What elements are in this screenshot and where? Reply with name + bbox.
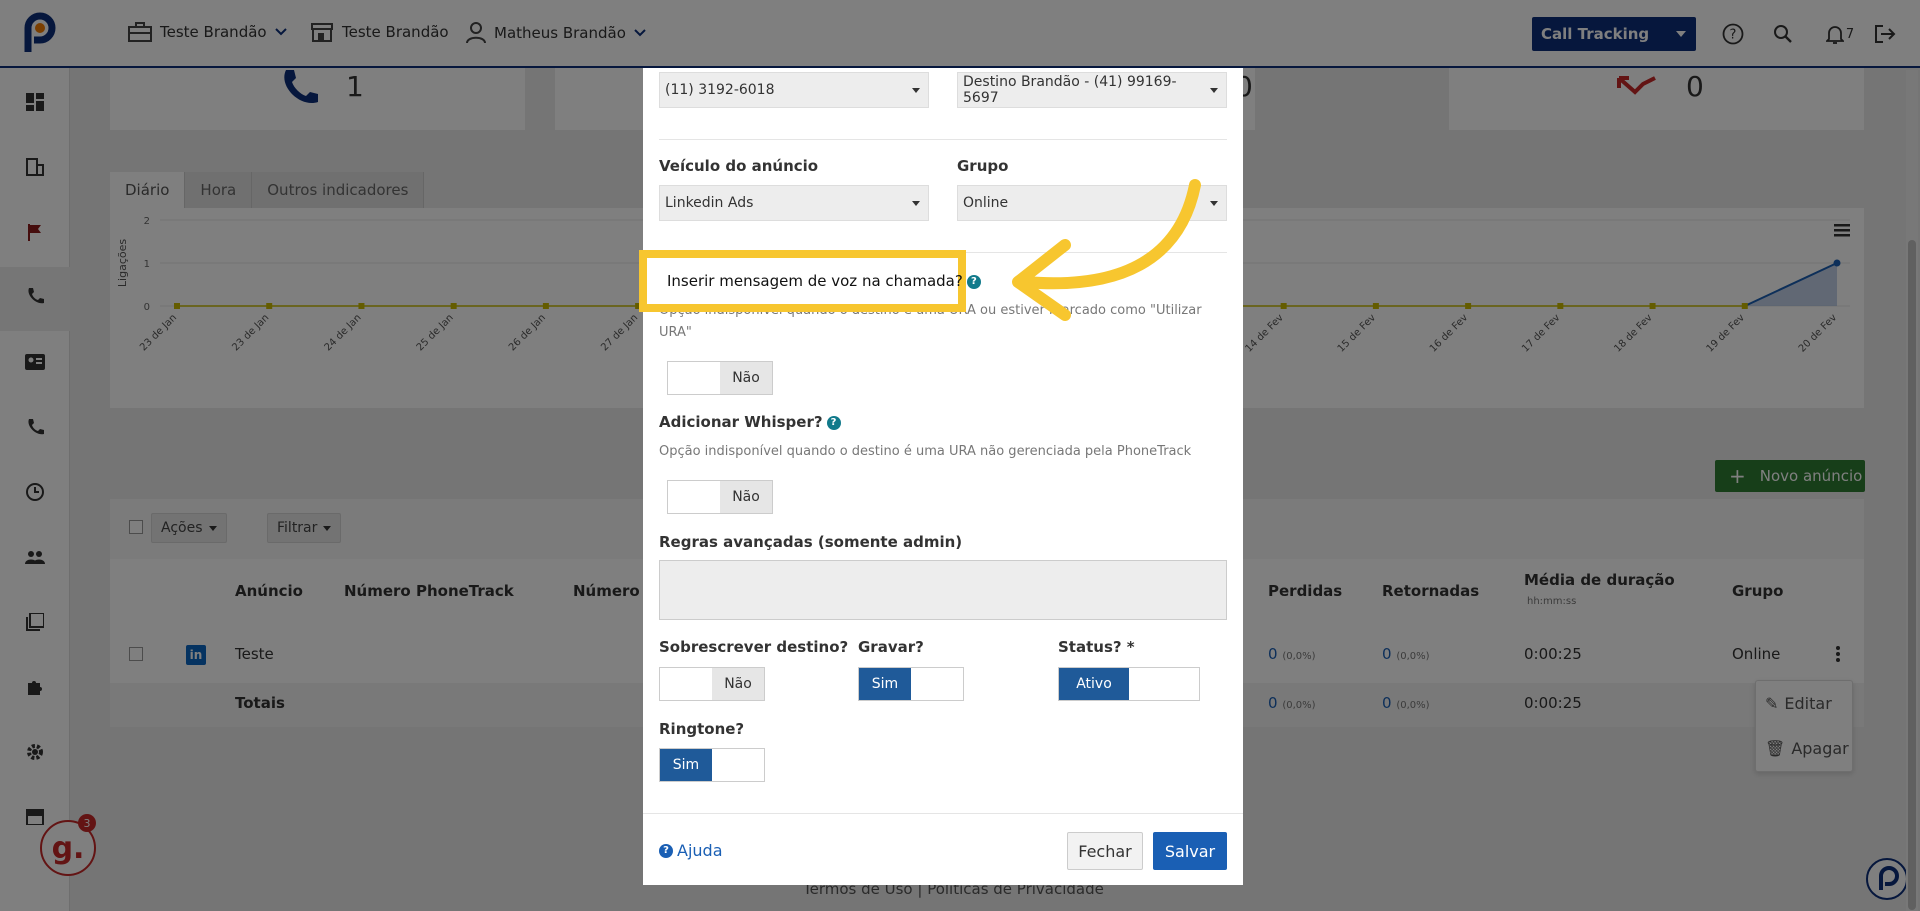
whisper-label: Adicionar Whisper? xyxy=(659,413,823,431)
advanced-rules-label: Regras avançadas (somente admin) xyxy=(659,533,963,551)
modal-footer-divider xyxy=(643,813,1243,814)
advanced-rules-textarea[interactable] xyxy=(659,560,1227,620)
ringtone-toggle[interactable]: Sim xyxy=(659,748,765,782)
divider xyxy=(659,139,1227,140)
whisper-help: Opção indisponível quando o destino é um… xyxy=(659,444,1192,459)
vehicle-value: Linkedin Ads xyxy=(665,195,754,211)
ringtone-toggle-label: Sim xyxy=(660,749,712,781)
overwrite-toggle[interactable]: Não xyxy=(659,667,765,701)
overwrite-label: Sobrescrever destino? xyxy=(659,638,849,656)
vehicle-label: Veículo do anúncio xyxy=(659,157,819,175)
origin-number-select[interactable]: (11) 3192-6018 xyxy=(659,72,929,108)
whisper-toggle-label: Não xyxy=(720,481,772,513)
origin-number-value: (11) 3192-6018 xyxy=(665,82,775,98)
question-icon: ? xyxy=(659,843,673,858)
status-toggle[interactable]: Ativo xyxy=(1058,667,1200,701)
voice-message-toggle[interactable]: Não xyxy=(667,361,773,395)
overwrite-toggle-label: Não xyxy=(712,668,764,700)
caret-down-icon xyxy=(912,87,920,93)
question-icon[interactable]: ? xyxy=(966,274,981,289)
voice-message-highlight: Inserir mensagem de voz na chamada?? xyxy=(639,250,981,312)
help-link[interactable]: ? Ajuda xyxy=(659,841,723,860)
close-button[interactable]: Fechar xyxy=(1067,832,1143,870)
voice-message-toggle-label: Não xyxy=(720,362,772,394)
record-toggle-label: Sim xyxy=(859,668,911,700)
status-label: Status? * xyxy=(1058,638,1135,656)
status-toggle-label: Ativo xyxy=(1059,668,1129,700)
whisper-label-row: Adicionar Whisper?? xyxy=(659,413,841,431)
destination-select[interactable]: Destino Brandão - (41) 99169-5697 xyxy=(957,72,1227,108)
record-toggle[interactable]: Sim xyxy=(858,667,964,701)
voice-message-label: Inserir mensagem de voz na chamada? xyxy=(667,272,963,290)
help-link-label: Ajuda xyxy=(677,841,723,860)
destination-value: Destino Brandão - (41) 99169-5697 xyxy=(963,74,1177,106)
vehicle-select[interactable]: Linkedin Ads xyxy=(659,185,929,221)
voice-message-label-row: Inserir mensagem de voz na chamada?? xyxy=(667,272,981,290)
caret-down-icon xyxy=(912,200,920,206)
save-button[interactable]: Salvar xyxy=(1153,832,1227,870)
record-label: Gravar? xyxy=(858,638,924,656)
caret-down-icon xyxy=(1210,87,1218,93)
question-icon[interactable]: ? xyxy=(826,415,841,430)
ringtone-label: Ringtone? xyxy=(659,720,745,738)
callout-arrow-icon xyxy=(1012,179,1201,321)
whisper-toggle[interactable]: Não xyxy=(667,480,773,514)
